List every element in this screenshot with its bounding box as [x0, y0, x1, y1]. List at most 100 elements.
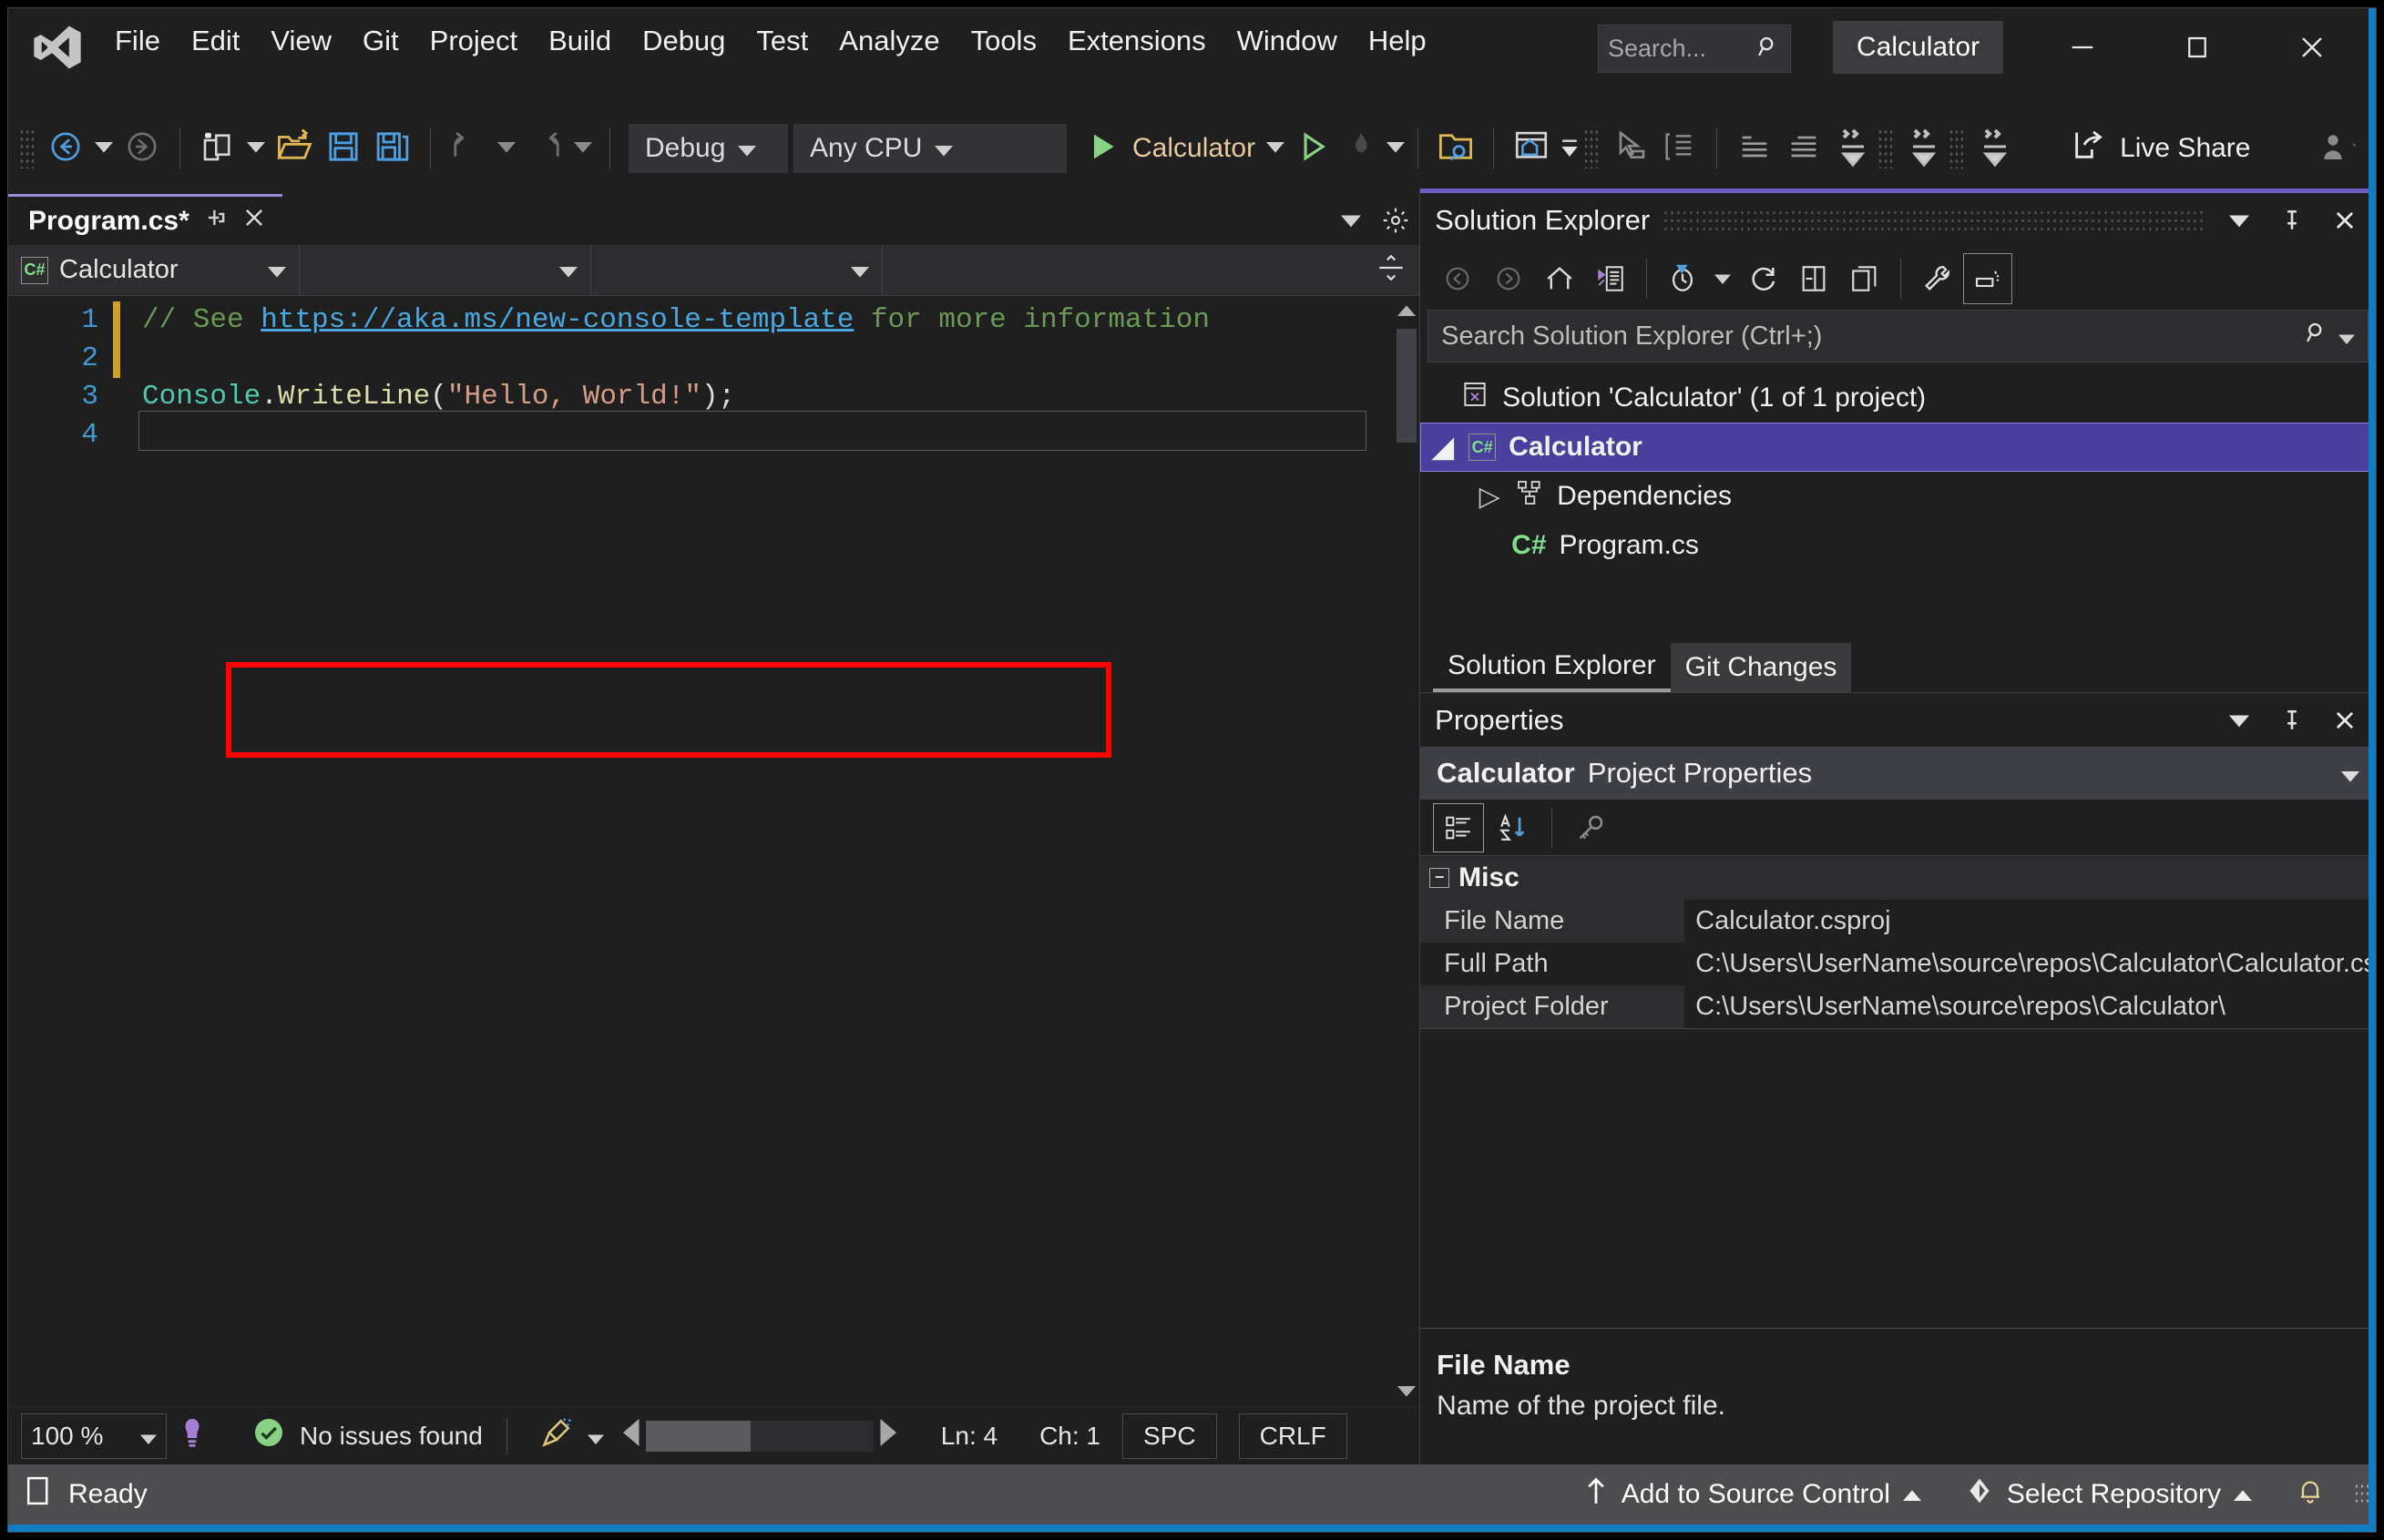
properties-subject-dropdown[interactable]: Calculator Project Properties — [1420, 747, 2376, 800]
resize-grip[interactable] — [2354, 1483, 2369, 1506]
editor-horizontal-scrollbar[interactable] — [622, 1419, 897, 1453]
close-icon[interactable] — [242, 206, 266, 236]
pin-icon[interactable] — [2272, 699, 2312, 741]
open-file-button[interactable] — [270, 122, 319, 175]
close-icon[interactable] — [2325, 199, 2365, 241]
panel-menu-button[interactable] — [2219, 699, 2259, 741]
panel-menu-button[interactable] — [2219, 199, 2259, 241]
issues-status[interactable]: No issues found — [252, 1416, 483, 1455]
property-pages-key-icon[interactable] — [1565, 803, 1616, 852]
next-bookmark-button[interactable] — [1899, 122, 1949, 175]
menu-item-analyze[interactable]: Analyze — [824, 17, 955, 65]
navigate-forward-button[interactable] — [118, 122, 167, 175]
property-row-file-name[interactable]: File Name Calculator.csproj — [1420, 900, 2376, 943]
start-target-label[interactable]: Calculator — [1132, 133, 1255, 164]
expander-icon[interactable]: ▷ — [1477, 481, 1502, 513]
search-solution-explorer-button[interactable] — [1431, 122, 1480, 175]
menu-item-debug[interactable]: Debug — [627, 17, 741, 65]
split-view-button[interactable] — [1376, 252, 1419, 288]
menu-item-test[interactable]: Test — [741, 17, 824, 65]
comment-lines-button[interactable] — [1730, 122, 1779, 175]
expander-icon[interactable]: ◢ — [1430, 432, 1456, 464]
toolbar-grip[interactable] — [1878, 128, 1893, 168]
editor-vertical-scrollbar[interactable] — [1394, 296, 1420, 1406]
forward-icon[interactable] — [1484, 253, 1533, 304]
undo-dropdown[interactable] — [493, 122, 520, 175]
line-ending-button[interactable]: CRLF — [1238, 1413, 1347, 1459]
search-input[interactable]: Search... — [1598, 25, 1791, 73]
pin-icon[interactable] — [204, 206, 228, 236]
chevron-down-icon[interactable] — [1266, 140, 1285, 158]
tree-item-calculator-project[interactable]: ◢ C# Calculator — [1420, 423, 2376, 472]
add-to-source-control-button[interactable]: Add to Source Control — [1561, 1464, 1943, 1525]
code-cleanup-dropdown[interactable] — [582, 1410, 609, 1463]
property-row-project-folder[interactable]: Project Folder C:\Users\UserName\source\… — [1420, 985, 2376, 1028]
close-icon[interactable] — [2325, 699, 2365, 741]
back-icon[interactable] — [1433, 253, 1482, 304]
hscrollbar-thumb[interactable] — [645, 1420, 751, 1452]
hot-reload-icon[interactable] — [1341, 129, 1376, 168]
solution-explorer-search-input[interactable]: Search Solution Explorer (Ctrl+;) — [1427, 310, 2369, 362]
menu-item-view[interactable]: View — [255, 17, 347, 65]
window-layout-dropdown[interactable] — [1556, 122, 1583, 175]
menu-item-build[interactable]: Build — [533, 17, 627, 65]
tree-item-program-cs[interactable]: C# Program.cs — [1420, 521, 2376, 570]
menu-item-git[interactable]: Git — [347, 17, 414, 65]
property-value[interactable]: C:\Users\UserName\source\repos\Calculato… — [1684, 985, 2376, 1028]
uncomment-lines-button[interactable] — [1779, 122, 1828, 175]
editor-settings-gear-icon[interactable] — [1381, 206, 1410, 240]
code-editor[interactable]: 1 2 3 4 // See https://aka.ms/new-consol… — [8, 296, 1420, 1406]
notifications-button[interactable] — [2274, 1464, 2347, 1525]
save-button[interactable] — [319, 122, 368, 175]
navbar-member-dropdown[interactable] — [591, 244, 883, 296]
properties-wrench-icon[interactable] — [1912, 253, 1961, 304]
navbar-project-dropdown[interactable]: C# Calculator — [8, 244, 300, 296]
history-dropdown[interactable] — [1709, 252, 1736, 305]
select-repository-button[interactable]: Select Repository — [1943, 1464, 2274, 1525]
collapse-all-icon[interactable] — [1789, 253, 1838, 304]
navigate-backward-dropdown[interactable] — [90, 122, 118, 175]
scroll-up-arrow-icon[interactable] — [1397, 296, 1417, 327]
toolbar-grip[interactable] — [1583, 128, 1599, 168]
start-play-icon[interactable] — [1085, 128, 1121, 169]
intellicode-status-button[interactable] — [167, 1411, 218, 1462]
start-without-debugging-icon[interactable] — [1295, 129, 1330, 168]
toolbar-grip[interactable] — [19, 128, 34, 168]
toolbar-grip[interactable] — [1949, 128, 1964, 168]
select-tool-button[interactable] — [1605, 122, 1654, 175]
tab-git-changes[interactable]: Git Changes — [1670, 643, 1852, 692]
previous-bookmark-button[interactable] — [1970, 122, 2020, 175]
solution-configuration-dropdown[interactable]: Debug — [629, 124, 788, 173]
minimize-button[interactable] — [2041, 21, 2123, 74]
hscrollbar-track[interactable] — [645, 1420, 874, 1452]
history-icon[interactable] — [1658, 253, 1707, 304]
chevron-down-icon[interactable] — [1386, 140, 1406, 158]
new-project-button[interactable] — [193, 122, 242, 175]
pending-changes-icon[interactable] — [1586, 253, 1635, 304]
menu-item-window[interactable]: Window — [1222, 17, 1353, 65]
properties-category-misc[interactable]: − Misc — [1420, 856, 2376, 900]
template-link[interactable]: https://aka.ms/new-console-template — [261, 304, 854, 336]
indentation-button[interactable]: SPC — [1122, 1413, 1217, 1459]
undo-button[interactable] — [444, 122, 493, 175]
search-options-dropdown[interactable] — [2338, 321, 2355, 352]
toggle-outline-button[interactable] — [1654, 122, 1704, 175]
zoom-level-dropdown[interactable]: 100 % — [21, 1413, 167, 1459]
panel-drag-handle[interactable] — [1663, 209, 2206, 232]
pin-icon[interactable] — [2272, 199, 2312, 241]
scroll-left-arrow-icon[interactable] — [622, 1419, 642, 1453]
navbar-type-dropdown[interactable] — [300, 244, 591, 296]
preview-selected-items-icon[interactable] — [1963, 253, 2013, 304]
property-value[interactable]: C:\Users\UserName\source\repos\Calculato… — [1684, 943, 2376, 985]
account-button[interactable]: Calculator — [1833, 21, 2004, 74]
active-files-dropdown-icon[interactable] — [1341, 213, 1362, 232]
collapse-icon[interactable]: − — [1429, 868, 1450, 888]
redo-dropdown[interactable] — [569, 122, 597, 175]
menu-item-project[interactable]: Project — [414, 17, 533, 65]
categorized-view-icon[interactable] — [1433, 802, 1485, 852]
scroll-right-arrow-icon[interactable] — [877, 1419, 897, 1453]
code-cleanup-button[interactable] — [531, 1411, 582, 1462]
show-all-files-icon[interactable] — [1840, 253, 1889, 304]
new-project-dropdown[interactable] — [242, 122, 270, 175]
scrollbar-thumb[interactable] — [1397, 329, 1417, 443]
